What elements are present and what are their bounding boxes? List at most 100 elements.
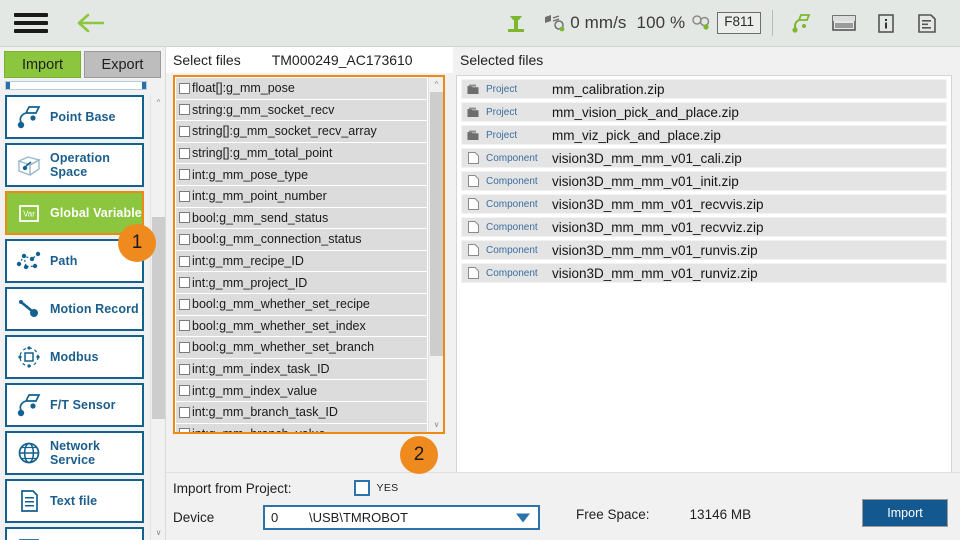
list-item[interactable]: bool:g_mm_send_status <box>176 208 427 230</box>
selected-file-row[interactable]: Projectmm_calibration.zip <box>461 79 947 99</box>
list-item[interactable]: bool:g_mm_connection_status <box>176 229 427 251</box>
selected-file-name: vision3D_mm_mm_v01_runvis.zip <box>552 243 758 258</box>
device-index: 0 <box>271 510 309 525</box>
list-item[interactable]: string[]:g_mm_socket_recv_array <box>176 121 427 143</box>
list-item-label: string[]:g_mm_total_point <box>192 146 332 160</box>
hamburger-bar <box>14 29 48 33</box>
list-item[interactable]: float[]:g_mm_pose <box>176 78 427 100</box>
list-item[interactable]: int:g_mm_recipe_ID <box>176 251 427 273</box>
sidebar-item-text-file[interactable]: Text file <box>5 479 144 523</box>
selected-file-row[interactable]: Componentvision3D_mm_mm_v01_runvis.zip <box>461 240 947 260</box>
scroll-down-icon[interactable]: ∨ <box>429 417 444 432</box>
frame-id-box[interactable]: F811 <box>717 12 761 34</box>
checkbox[interactable] <box>179 342 190 353</box>
chevron-down-icon[interactable] <box>516 513 530 522</box>
select-files-list: float[]:g_mm_pose string:g_mm_socket_recv… <box>175 77 428 432</box>
back-arrow-icon[interactable] <box>74 9 108 37</box>
tab-import[interactable]: Import <box>4 51 81 78</box>
list-item[interactable]: int:g_mm_point_number <box>176 186 427 208</box>
list-item-label: string:g_mm_socket_recv <box>192 103 334 117</box>
checkbox[interactable] <box>179 428 190 432</box>
sidebar-item-f-t-sensor[interactable]: F/T Sensor <box>5 383 144 427</box>
list-item[interactable]: int:g_mm_pose_type <box>176 164 427 186</box>
selected-file-row[interactable]: Componentvision3D_mm_mm_v01_runviz.zip <box>461 263 947 283</box>
select-files-header: Select files TM000249_AC173610 <box>166 47 453 73</box>
project-node-icon[interactable] <box>780 0 822 46</box>
sidebar-item-point-base[interactable]: Point Base <box>5 95 144 139</box>
checkbox[interactable] <box>179 191 190 202</box>
selected-file-row[interactable]: Componentvision3D_mm_mm_v01_recvvis.zip <box>461 194 947 214</box>
sidebar-item-modbus[interactable]: Modbus <box>5 335 144 379</box>
info-icon[interactable] <box>866 0 906 46</box>
speed-value: 0 mm/s <box>570 13 626 33</box>
selected-file-kind: Component <box>486 222 552 233</box>
selected-file-row[interactable]: Projectmm_vision_pick_and_place.zip <box>461 102 947 122</box>
selected-file-kind: Component <box>486 199 552 210</box>
checkbox[interactable] <box>179 320 190 331</box>
sidebar-horizontal-scrollbar[interactable] <box>5 81 147 90</box>
list-item[interactable]: bool:g_mm_whether_set_index <box>176 316 427 338</box>
selected-file-row[interactable]: Componentvision3D_mm_mm_v01_recvviz.zip <box>461 217 947 237</box>
checkbox[interactable] <box>179 126 190 137</box>
sidebar-nav-list: Point BaseOperationSpaceVarGlobal Variab… <box>0 95 150 540</box>
speed-indicator[interactable]: 0 mm/s <box>537 13 632 33</box>
robot-arm-icon[interactable] <box>495 0 537 46</box>
selected-file-row[interactable]: Componentvision3D_mm_mm_v01_cali.zip <box>461 148 947 168</box>
scrollbar-thumb[interactable] <box>6 82 146 89</box>
selected-file-name: vision3D_mm_mm_v01_recvviz.zip <box>552 220 764 235</box>
checkbox[interactable] <box>179 148 190 159</box>
sidebar-item-network-service[interactable]: Network Service <box>5 431 144 475</box>
list-item[interactable]: int:g_mm_index_task_ID <box>176 359 427 381</box>
bottom-bar: Import from Project: YES Device 0 \USB\T… <box>166 472 960 540</box>
list-item[interactable]: string:g_mm_socket_recv <box>176 100 427 122</box>
checkbox[interactable] <box>179 169 190 180</box>
tab-export[interactable]: Export <box>84 51 161 78</box>
sidebar-item-label: Text file <box>50 494 97 508</box>
list-item[interactable]: int:g_mm_branch_task_ID <box>176 402 427 424</box>
checkbox[interactable] <box>179 104 190 115</box>
import-from-project-checkbox[interactable] <box>354 480 370 496</box>
zoom-indicator[interactable]: 100 % F811 <box>633 12 765 34</box>
list-item[interactable]: int:g_mm_index_value <box>176 380 427 402</box>
checkbox[interactable] <box>179 212 190 223</box>
list-item[interactable]: string[]:g_mm_total_point <box>176 143 427 165</box>
list-item[interactable]: bool:g_mm_whether_set_branch <box>176 337 427 359</box>
scroll-up-icon[interactable]: ^ <box>151 95 166 110</box>
select-files-scrollbar[interactable]: ^ ∨ <box>428 77 443 432</box>
list-item[interactable]: int:g_mm_project_ID <box>176 272 427 294</box>
log-list-icon[interactable] <box>906 0 948 46</box>
checkbox[interactable] <box>179 364 190 375</box>
scroll-down-icon[interactable]: ∨ <box>151 525 166 540</box>
scroll-up-icon[interactable]: ^ <box>429 77 444 92</box>
selected-file-row[interactable]: Componentvision3D_mm_mm_v01_init.zip <box>461 171 947 191</box>
selected-file-row[interactable]: Projectmm_viz_pick_and_place.zip <box>461 125 947 145</box>
checkbox-yes-label: YES <box>377 482 399 494</box>
variable-icon: Var <box>14 198 44 228</box>
sidebar-item-motion-record[interactable]: Motion Record <box>5 287 144 331</box>
list-item[interactable]: bool:g_mm_whether_set_recipe <box>176 294 427 316</box>
scrollbar-thumb[interactable] <box>430 92 443 356</box>
checkbox[interactable] <box>179 83 190 94</box>
list-item-label: bool:g_mm_send_status <box>192 211 328 225</box>
checkbox[interactable] <box>179 277 190 288</box>
sidebar-vertical-scrollbar[interactable]: ^ ∨ <box>150 95 165 540</box>
component-file-icon <box>466 267 480 279</box>
import-button[interactable]: Import <box>862 499 948 527</box>
list-item[interactable]: int:g_mm_branch_value <box>176 424 427 433</box>
import-export-tabs: Import Export <box>0 47 165 78</box>
list-item-label: int:g_mm_branch_value <box>192 427 325 432</box>
selected-file-kind: Project <box>486 107 552 118</box>
checkbox[interactable] <box>179 385 190 396</box>
sidebar-item-operation-space[interactable]: OperationSpace <box>5 143 144 187</box>
select-files-title: Select files <box>173 52 241 68</box>
sidebar-item-iodd-files[interactable]: IODD Files <box>5 527 144 540</box>
checkbox[interactable] <box>179 299 190 310</box>
keyboard-icon[interactable] <box>822 0 866 46</box>
device-select[interactable]: 0 \USB\TMROBOT <box>263 505 540 530</box>
component-file-icon <box>466 175 480 187</box>
hamburger-menu-icon[interactable] <box>14 10 48 36</box>
checkbox[interactable] <box>179 407 190 418</box>
svg-text:Var: Var <box>23 210 35 219</box>
checkbox[interactable] <box>179 256 190 267</box>
checkbox[interactable] <box>179 234 190 245</box>
